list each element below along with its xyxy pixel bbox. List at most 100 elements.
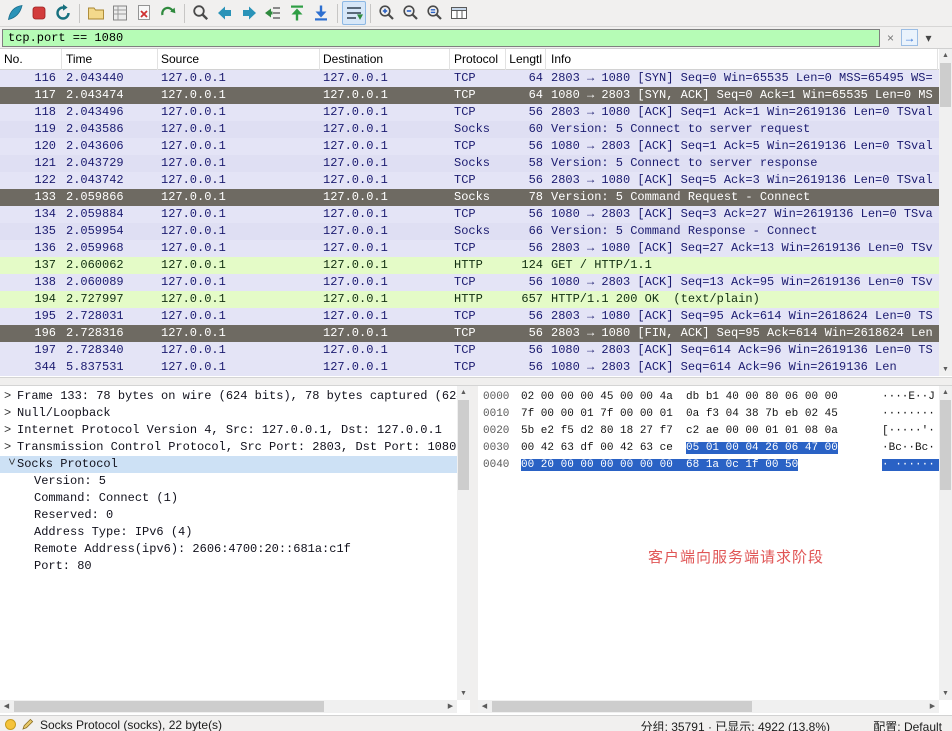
scroll-up-icon[interactable]: ▲ — [939, 49, 952, 62]
packet-row[interactable]: 1182.043496127.0.0.1127.0.0.1TCP562803 →… — [0, 104, 939, 121]
last-packet-icon[interactable] — [309, 1, 333, 25]
stop-capture-icon[interactable] — [27, 1, 51, 25]
packet-row[interactable]: 1352.059954127.0.0.1127.0.0.1Socks66Vers… — [0, 223, 939, 240]
filter-dropdown-icon[interactable]: ▾ — [920, 29, 937, 46]
column-header-destination[interactable]: Destination — [320, 49, 450, 70]
column-header-protocol[interactable]: Protocol — [450, 49, 506, 70]
cell-no: 138 — [0, 274, 62, 291]
packet-row[interactable]: 3445.837531127.0.0.1127.0.0.1TCP561080 →… — [0, 359, 939, 376]
zoom-reset-icon[interactable] — [423, 1, 447, 25]
column-header-time[interactable]: Time — [62, 49, 158, 70]
start-capture-icon[interactable] — [3, 1, 27, 25]
expander-icon[interactable]: > — [4, 439, 17, 456]
packet-row[interactable]: 1162.043440127.0.0.1127.0.0.1TCP642803 →… — [0, 70, 939, 87]
scroll-down-icon[interactable]: ▼ — [939, 687, 952, 700]
packet-row[interactable]: 1192.043586127.0.0.1127.0.0.1Socks60Vers… — [0, 121, 939, 138]
packet-row[interactable]: 1372.060062127.0.0.1127.0.0.1HTTP124GET … — [0, 257, 939, 274]
expander-icon[interactable]: > — [2, 458, 19, 471]
expander-icon[interactable]: > — [4, 388, 17, 405]
packet-list-vscrollbar[interactable]: ▲ ▼ — [939, 49, 952, 376]
go-forward-icon[interactable] — [237, 1, 261, 25]
detail-line[interactable]: Reserved: 0 — [0, 507, 457, 524]
packet-row[interactable]: 1962.728316127.0.0.1127.0.0.1TCP562803 →… — [0, 325, 939, 342]
packet-row[interactable]: 1942.727997127.0.0.1127.0.0.1HTTP657HTTP… — [0, 291, 939, 308]
scrollbar-thumb[interactable] — [14, 701, 324, 712]
scroll-left-icon[interactable]: ◀ — [0, 700, 13, 713]
hex-row[interactable]: 004000 20 00 00 00 00 00 00 68 1a 0c 1f … — [478, 457, 939, 474]
hex-row[interactable]: 00205b e2 f5 d2 80 18 27 f7 c2 ae 00 00 … — [478, 423, 939, 440]
detail-line[interactable]: >Internet Protocol Version 4, Src: 127.0… — [0, 422, 457, 439]
detail-line[interactable]: Address Type: IPv6 (4) — [0, 524, 457, 541]
resize-columns-icon[interactable] — [447, 1, 471, 25]
status-bar: Socks Protocol (socks), 22 byte(s) 分组: 3… — [0, 715, 952, 731]
detail-line[interactable]: Version: 5 — [0, 473, 457, 490]
wireshark-window: × → ▾ No.TimeSourceDestinationProtocolLe… — [0, 0, 952, 731]
scrollbar-thumb[interactable] — [492, 701, 752, 712]
packet-row[interactable]: 1972.728340127.0.0.1127.0.0.1TCP561080 →… — [0, 342, 939, 359]
packet-row[interactable]: 1222.043742127.0.0.1127.0.0.1TCP562803 →… — [0, 172, 939, 189]
column-header-no[interactable]: No. — [0, 49, 62, 70]
hex-row[interactable]: 003000 42 63 df 00 42 63 ce 05 01 00 04 … — [478, 440, 939, 457]
detail-line[interactable]: Command: Connect (1) — [0, 490, 457, 507]
scrollbar-thumb[interactable] — [940, 63, 951, 107]
scroll-down-icon[interactable]: ▼ — [939, 363, 952, 376]
expert-info-icon[interactable] — [5, 719, 16, 730]
go-back-icon[interactable] — [213, 1, 237, 25]
find-packet-icon[interactable] — [189, 1, 213, 25]
first-packet-icon[interactable] — [285, 1, 309, 25]
column-header-source[interactable]: Source — [158, 49, 320, 70]
expander-icon[interactable]: > — [4, 405, 17, 422]
hex-vscrollbar[interactable]: ▲ ▼ — [939, 386, 952, 700]
apply-filter-icon[interactable]: → — [901, 29, 918, 46]
packet-row[interactable]: 1212.043729127.0.0.1127.0.0.1Socks58Vers… — [0, 155, 939, 172]
save-file-icon[interactable] — [108, 1, 132, 25]
packet-row[interactable]: 1952.728031127.0.0.1127.0.0.1TCP562803 →… — [0, 308, 939, 325]
zoom-in-icon[interactable] — [375, 1, 399, 25]
hex-hscrollbar[interactable]: ◀ ▶ — [478, 700, 939, 713]
packet-row[interactable]: 1202.043606127.0.0.1127.0.0.1TCP561080 →… — [0, 138, 939, 155]
cell-destination: 127.0.0.1 — [320, 104, 450, 121]
column-header-info[interactable]: Info — [546, 49, 938, 70]
packet-row[interactable]: 1342.059884127.0.0.1127.0.0.1TCP561080 →… — [0, 206, 939, 223]
cell-info: 1080 → 2803 [ACK] Seq=614 Ack=96 Win=261… — [546, 359, 938, 376]
open-file-icon[interactable] — [84, 1, 108, 25]
detail-line[interactable]: Remote Address(ipv6): 2606:4700:20::681a… — [0, 541, 457, 558]
details-hscrollbar[interactable]: ◀ ▶ — [0, 700, 457, 713]
display-filter-input[interactable] — [2, 29, 880, 47]
scroll-left-icon[interactable]: ◀ — [478, 700, 491, 713]
hex-row[interactable]: 00107f 00 00 01 7f 00 00 01 0a f3 04 38 … — [478, 406, 939, 423]
scroll-up-icon[interactable]: ▲ — [939, 386, 952, 399]
packet-row[interactable]: 1172.043474127.0.0.1127.0.0.1TCP641080 →… — [0, 87, 939, 104]
pane-splitter-vertical[interactable] — [470, 386, 478, 713]
close-file-icon[interactable] — [132, 1, 156, 25]
status-profile-text[interactable]: 配置: Default — [873, 718, 942, 731]
expander-icon[interactable]: > — [4, 422, 17, 439]
go-to-packet-icon[interactable] — [261, 1, 285, 25]
detail-line[interactable]: >Frame 133: 78 bytes on wire (624 bits),… — [0, 388, 457, 405]
detail-line[interactable]: Port: 80 — [0, 558, 457, 575]
hex-row[interactable]: 000002 00 00 00 45 00 00 4a db b1 40 00 … — [478, 389, 939, 406]
detail-line-text: Reserved: 0 — [34, 508, 113, 522]
reload-file-icon[interactable] — [156, 1, 180, 25]
scroll-down-icon[interactable]: ▼ — [457, 687, 470, 700]
zoom-out-icon[interactable] — [399, 1, 423, 25]
detail-line[interactable]: >Null/Loopback — [0, 405, 457, 422]
column-header-length[interactable]: Lengtl — [506, 49, 546, 70]
detail-line[interactable]: >Transmission Control Protocol, Src Port… — [0, 439, 457, 456]
packet-row[interactable]: 1382.060089127.0.0.1127.0.0.1TCP561080 →… — [0, 274, 939, 291]
cell-length: 60 — [506, 121, 546, 138]
auto-scroll-icon[interactable] — [342, 1, 366, 25]
scrollbar-thumb[interactable] — [458, 400, 469, 490]
scroll-up-icon[interactable]: ▲ — [457, 386, 470, 399]
restart-capture-icon[interactable] — [51, 1, 75, 25]
pane-splitter-horizontal[interactable] — [0, 377, 952, 386]
clear-filter-icon[interactable]: × — [882, 29, 899, 46]
scroll-right-icon[interactable]: ▶ — [926, 700, 939, 713]
scroll-right-icon[interactable]: ▶ — [444, 700, 457, 713]
detail-line[interactable]: >Socks Protocol — [0, 456, 457, 473]
packet-row[interactable]: 1362.059968127.0.0.1127.0.0.1TCP562803 →… — [0, 240, 939, 257]
details-vscrollbar[interactable]: ▲ ▼ — [457, 386, 470, 700]
capture-comment-icon[interactable] — [21, 717, 35, 731]
packet-row[interactable]: 1332.059866127.0.0.1127.0.0.1Socks78Vers… — [0, 189, 939, 206]
scrollbar-thumb[interactable] — [940, 400, 951, 490]
